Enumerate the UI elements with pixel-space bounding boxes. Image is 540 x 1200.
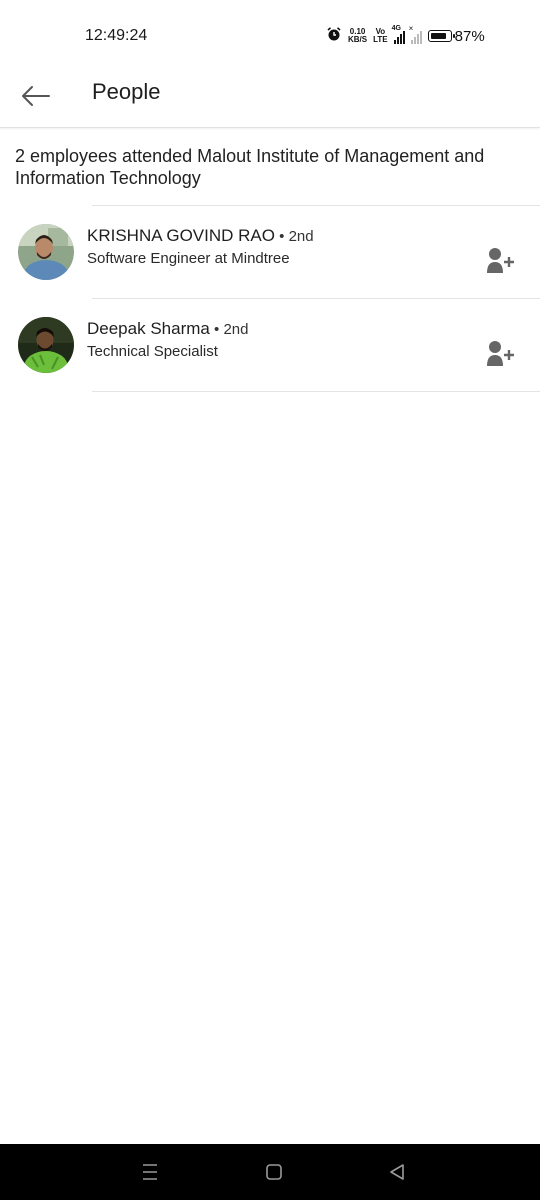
avatar[interactable]: [18, 224, 74, 280]
square-icon: [260, 1164, 288, 1190]
signal-icon-sim2: ×: [409, 24, 422, 44]
network-speed: 0.10 KB/S: [348, 27, 368, 44]
system-back-button[interactable]: [383, 1158, 411, 1186]
person-name[interactable]: KRISHNA GOVIND RAO: [87, 226, 275, 245]
page-title: People: [92, 79, 161, 104]
degree-separator: •: [274, 228, 289, 245]
recents-button[interactable]: [136, 1158, 164, 1186]
volte-indicator: Vo LTE: [373, 27, 388, 44]
connect-button[interactable]: [484, 243, 518, 277]
avatar[interactable]: [18, 317, 74, 373]
status-time: 12:49:24: [85, 27, 148, 44]
status-icons: 0.10 KB/S Vo LTE 4G × 87%: [326, 24, 485, 47]
degree-separator: •: [209, 321, 224, 338]
divider: [92, 391, 540, 392]
arrow-left-icon: [18, 86, 54, 118]
summary-text: 2 employees attended Malout Institute of…: [15, 146, 485, 188]
app-bar: People: [0, 70, 540, 128]
system-nav-bar: [0, 1144, 540, 1200]
person-name[interactable]: Deepak Sharma: [87, 319, 210, 338]
person-name-line: Deepak Sharma • 2nd: [87, 319, 248, 339]
triangle-back-icon: [383, 1164, 411, 1190]
battery-indicator: 87%: [427, 28, 485, 45]
person-headline: Software Engineer at Mindtree: [87, 250, 290, 267]
back-button[interactable]: [18, 78, 54, 114]
status-bar: 12:49:24 0.10 KB/S Vo LTE 4G × 87%: [0, 0, 540, 70]
connection-degree: 2nd: [223, 321, 249, 338]
add-person-icon: [484, 248, 518, 281]
alarm-icon: [326, 26, 342, 47]
home-button[interactable]: [260, 1158, 288, 1186]
add-person-icon: [484, 341, 518, 374]
menu-lines-icon: [136, 1164, 164, 1190]
person-row[interactable]: Deepak Sharma • 2nd Technical Specialist: [0, 299, 540, 392]
person-row[interactable]: KRISHNA GOVIND RAO • 2nd Software Engine…: [0, 206, 540, 299]
person-name-line: KRISHNA GOVIND RAO • 2nd: [87, 226, 314, 246]
person-headline: Technical Specialist: [87, 343, 218, 360]
connect-button[interactable]: [484, 336, 518, 370]
connection-degree: 2nd: [288, 228, 314, 245]
battery-icon: [427, 30, 455, 42]
signal-icon: 4G: [392, 25, 405, 44]
